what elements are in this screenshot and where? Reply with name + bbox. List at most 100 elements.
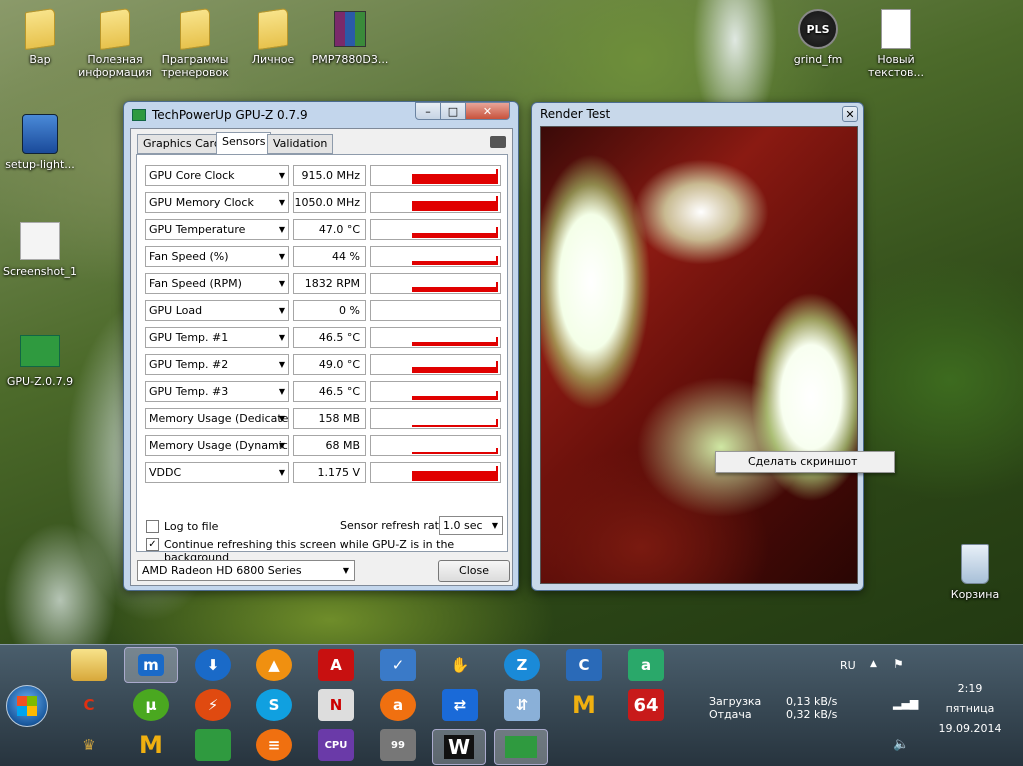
sensor-graph xyxy=(370,273,501,294)
close-button[interactable]: Close xyxy=(438,560,510,582)
winrar-archive-icon xyxy=(334,11,366,47)
sensor-name: Memory Usage (Dynamic) xyxy=(149,439,289,452)
aimp-icon[interactable]: ▲ xyxy=(256,649,292,681)
checklist-icon[interactable]: ✓ xyxy=(380,649,416,681)
language-indicator[interactable]: RU xyxy=(840,659,856,672)
sensor-value: 915.0 MHz xyxy=(293,165,366,186)
gpuz-taskbar-icon[interactable] xyxy=(494,729,548,765)
close-window-button[interactable]: ✕ xyxy=(842,106,858,122)
sensor-name-select[interactable]: GPU Temperature ▼ xyxy=(145,219,289,240)
device-select[interactable]: AMD Radeon HD 6800 Series ▼ xyxy=(137,560,355,581)
sensor-graph xyxy=(370,462,501,483)
sensor-name-select[interactable]: VDDC ▼ xyxy=(145,462,289,483)
clock-date: 19.09.2014 xyxy=(938,722,1002,735)
sensor-name-select[interactable]: GPU Memory Clock ▼ xyxy=(145,192,289,213)
sensor-value: 158 MB xyxy=(293,408,366,429)
desktop-icon-archive[interactable]: PMP7880D3... xyxy=(310,8,390,66)
sensor-name-select[interactable]: Fan Speed (RPM) ▼ xyxy=(145,273,289,294)
chevron-down-icon: ▼ xyxy=(278,468,285,477)
bloody-mouse-icon[interactable]: ✋ xyxy=(442,649,478,681)
volume-icon[interactable]: 🔈 xyxy=(893,737,909,752)
maximize-button[interactable]: □ xyxy=(440,102,466,120)
clock[interactable]: 2:19 пятница 19.09.2014 xyxy=(925,679,1015,739)
camera-icon[interactable] xyxy=(490,136,506,148)
maxthon-icon[interactable]: m xyxy=(124,647,178,683)
zona-icon[interactable]: Z xyxy=(504,649,540,681)
sensor-name-select[interactable]: GPU Core Clock ▼ xyxy=(145,165,289,186)
desktop-icon-screenshot[interactable]: Screenshot_1 xyxy=(0,220,80,278)
w-app-icon[interactable]: W xyxy=(432,729,486,765)
gpu-card-icon[interactable] xyxy=(195,729,231,761)
flag-icon[interactable]: ⚑ xyxy=(893,657,904,671)
cpu-z-icon[interactable]: CPU xyxy=(318,729,354,761)
render-test-window: Render Test ✕ xyxy=(531,102,864,591)
monitor-app-icon[interactable]: 99 xyxy=(380,729,416,761)
sensor-name: VDDC xyxy=(149,466,182,479)
sensor-name-select[interactable]: Memory Usage (Dedicated) ▼ xyxy=(145,408,289,429)
sensor-name: GPU Temp. #1 xyxy=(149,331,229,344)
sensor-name: Fan Speed (RPM) xyxy=(149,277,242,290)
menu-app-icon[interactable]: ≡ xyxy=(256,729,292,761)
ccleaner-icon[interactable]: C xyxy=(566,649,602,681)
desktop-icon-programs[interactable]: Праграммы тренеровок xyxy=(155,7,235,79)
desktop-icon-gpuz[interactable]: GPU-Z.0.7.9 xyxy=(0,330,80,388)
aida64-icon[interactable]: 64 xyxy=(628,689,664,721)
msi-afterburner-icon[interactable]: M xyxy=(133,729,169,761)
download-icon[interactable]: ⬇ xyxy=(195,649,231,681)
utorrent-icon[interactable]: µ xyxy=(133,689,169,721)
sensor-value: 68 MB xyxy=(293,435,366,456)
log-to-file-checkbox[interactable] xyxy=(146,520,159,533)
sensor-graph xyxy=(370,246,501,267)
sensor-name-select[interactable]: GPU Temp. #1 ▼ xyxy=(145,327,289,348)
sensor-value: 1.175 V xyxy=(293,462,366,483)
ccleaner-mini-icon[interactable]: C xyxy=(71,689,107,721)
menu-item-take-screenshot[interactable]: Сделать скриншот xyxy=(718,453,892,471)
adguard-icon[interactable]: a xyxy=(628,649,664,681)
network-icon[interactable]: ⇵ xyxy=(504,689,540,721)
game-emblem-icon[interactable]: ♛ xyxy=(71,729,107,761)
tab-sensors[interactable]: Sensors xyxy=(216,132,272,155)
chevron-up-icon[interactable]: ▲ xyxy=(870,659,877,669)
skype-icon[interactable]: S xyxy=(256,689,292,721)
sensor-graph-bar xyxy=(412,342,498,346)
desktop-icon-grind-fm[interactable]: PLS grind_fm xyxy=(778,8,858,66)
sensor-name-select[interactable]: Fan Speed (%) ▼ xyxy=(145,246,289,267)
desktop-icon-personal[interactable]: Личное xyxy=(233,7,313,66)
pdf-icon[interactable]: A xyxy=(318,649,354,681)
tab-graphics-card[interactable]: Graphics Card xyxy=(137,134,227,154)
signal-icon[interactable]: ▂▄▆ xyxy=(893,697,918,710)
pls-playlist-icon: PLS xyxy=(798,9,838,49)
net-load-label: Загрузка xyxy=(709,695,762,708)
net-load-value: 0,13 kB/s xyxy=(786,695,838,708)
sensor-graph xyxy=(370,381,501,402)
desktop-icon-setup-light[interactable]: setup-light... xyxy=(0,113,80,171)
sensor-graph xyxy=(370,354,501,375)
explorer-icon[interactable] xyxy=(71,649,107,681)
tab-validation[interactable]: Validation xyxy=(267,134,334,154)
minimize-button[interactable]: – xyxy=(415,102,441,120)
sensor-value: 47.0 °C xyxy=(293,219,366,240)
chevron-down-icon: ▼ xyxy=(278,306,285,315)
close-window-button[interactable]: ✕ xyxy=(465,102,510,120)
desktop-icon-recycle-bin[interactable]: Корзина xyxy=(935,543,1015,601)
sensor-name-select[interactable]: Memory Usage (Dynamic) ▼ xyxy=(145,435,289,456)
sensor-graph-bar xyxy=(412,174,498,184)
refresh-rate-select[interactable]: 1.0 sec ▼ xyxy=(439,516,503,535)
sensor-row: GPU Core Clock ▼ 915.0 MHz xyxy=(145,165,501,187)
desktop-icon-var[interactable]: Вар xyxy=(0,7,80,66)
continue-refresh-checkbox[interactable]: ✓ xyxy=(146,538,159,551)
avast-icon[interactable]: a xyxy=(380,689,416,721)
sensor-name-select[interactable]: GPU Load ▼ xyxy=(145,300,289,321)
sensor-name-select[interactable]: GPU Temp. #3 ▼ xyxy=(145,381,289,402)
msi-icon[interactable]: M xyxy=(566,689,602,721)
sensor-name-select[interactable]: GPU Temp. #2 ▼ xyxy=(145,354,289,375)
window-title: Render Test xyxy=(540,107,611,121)
windows-logo-icon xyxy=(17,696,37,716)
log-to-file-label: Log to file xyxy=(164,520,219,533)
desktop-icon-useful-info[interactable]: Полезная информация xyxy=(75,7,155,79)
flash-icon[interactable]: ⚡ xyxy=(195,689,231,721)
sensor-row: GPU Memory Clock ▼ 1050.0 MHz xyxy=(145,192,501,214)
desktop-icon-new-text[interactable]: Новый текстов... xyxy=(856,8,936,79)
teamviewer-icon[interactable]: ⇄ xyxy=(442,689,478,721)
need-for-speed-icon[interactable]: N xyxy=(318,689,354,721)
